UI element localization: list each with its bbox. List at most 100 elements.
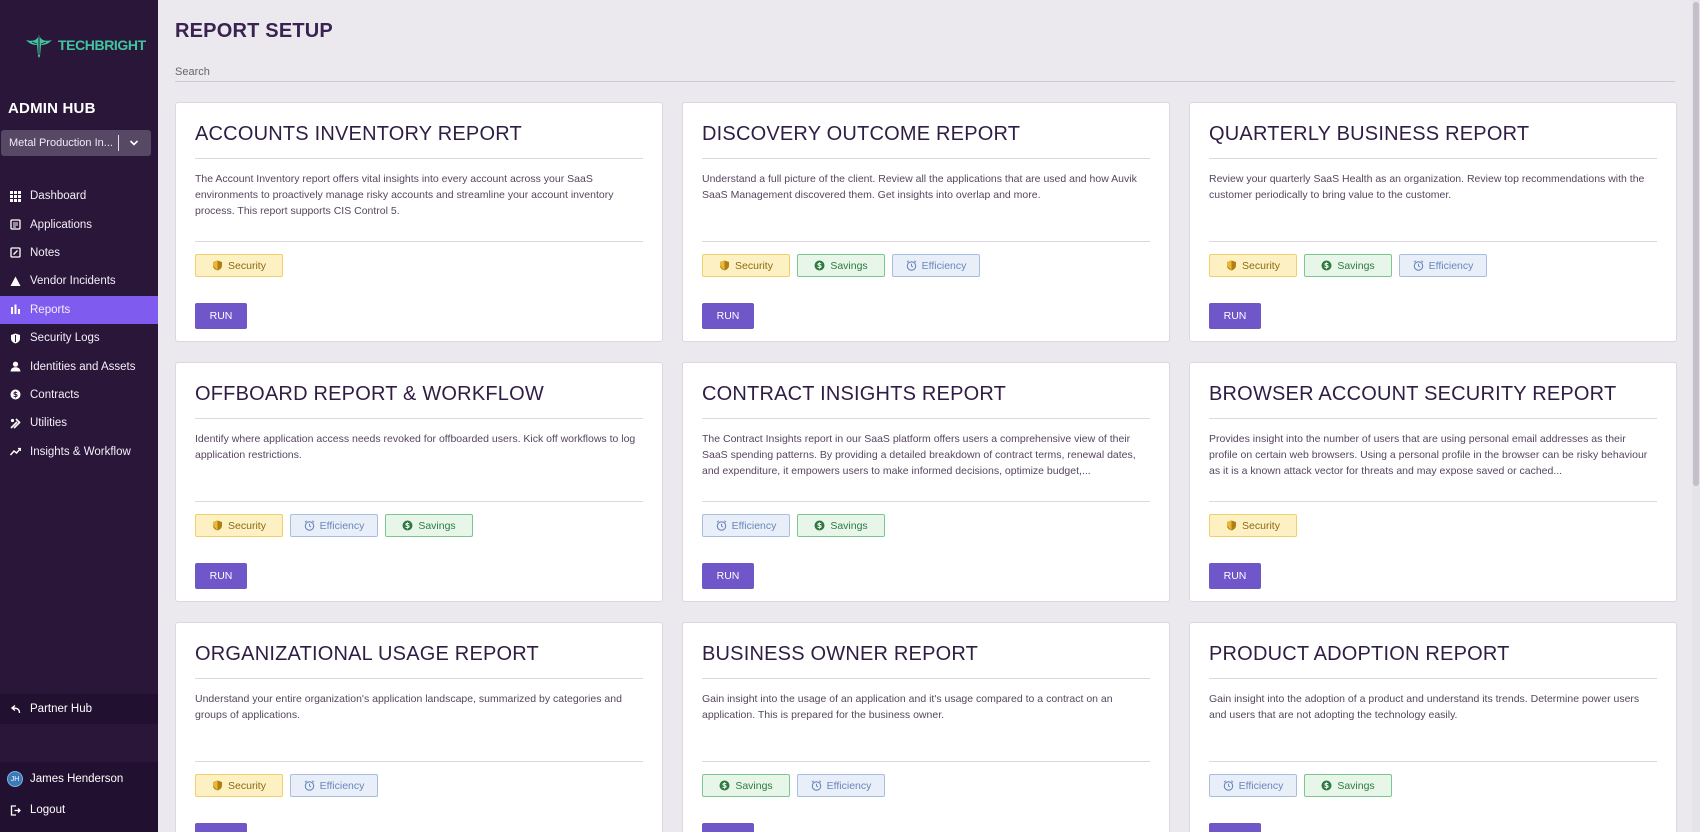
report-card: BROWSER ACCOUNT SECURITY REPORT Provides…	[1189, 362, 1677, 602]
sidebar-item-insights-workflow[interactable]: Insights & Workflow	[0, 438, 158, 466]
clock-icon	[1413, 260, 1423, 271]
scrollbar[interactable]	[1692, 0, 1700, 832]
savings-tag: $ Savings	[1304, 254, 1392, 277]
run-button[interactable]: RUN	[195, 303, 247, 329]
sidebar-item-applications[interactable]: Applications	[0, 210, 158, 238]
sidebar-item-reports[interactable]: Reports	[0, 295, 158, 324]
efficiency-tag: Efficiency	[1399, 254, 1487, 277]
user-panel: JH James Henderson Logout	[0, 762, 158, 832]
search-input[interactable]	[175, 62, 1675, 82]
sidebar-item-label: Security Logs	[30, 332, 100, 345]
tag-label: Security	[228, 779, 266, 792]
svg-text:$: $	[1324, 261, 1329, 270]
report-card: ACCOUNTS INVENTORY REPORT The Account In…	[175, 102, 663, 342]
divider	[702, 761, 1150, 762]
trend-icon	[10, 446, 21, 457]
logout-label: Logout	[30, 804, 66, 816]
divider	[195, 678, 643, 679]
tag-label: Savings	[418, 519, 456, 532]
bar-chart-icon	[10, 304, 21, 315]
tag-list: Security Efficiency $ Savings	[195, 514, 473, 537]
report-card: BUSINESS OWNER REPORT Gain insight into …	[682, 622, 1170, 832]
run-button[interactable]: RUN	[195, 823, 247, 832]
tag-list: Efficiency $ Savings	[702, 514, 885, 537]
card-title: CONTRACT INSIGHTS REPORT	[702, 383, 1007, 405]
run-button[interactable]: RUN	[702, 303, 754, 329]
sidebar-item-label: Contracts	[30, 388, 80, 401]
main-content: REPORT SETUP ACCOUNTS INVENTORY REPORT T…	[158, 0, 1700, 832]
sidebar-item-dashboard[interactable]: Dashboard	[0, 182, 158, 210]
sidebar-item-label: Notes	[30, 246, 61, 259]
card-description: The Account Inventory report offers vita…	[195, 173, 614, 217]
savings-tag: $ Savings	[1304, 774, 1392, 797]
logout-button[interactable]: Logout	[0, 796, 158, 824]
run-button[interactable]: RUN	[702, 823, 754, 832]
tag-label: Efficiency	[1428, 259, 1474, 272]
tag-list: Security $ Savings Efficiency	[1209, 254, 1487, 277]
tag-list: $ Savings Efficiency	[702, 774, 885, 797]
tag-label: Efficiency	[319, 519, 365, 532]
sidebar-item-utilities[interactable]: Utilities	[0, 409, 158, 437]
sidebar-item-security-logs[interactable]: Security Logs	[0, 324, 158, 352]
card-description: The Contract Insights report in our SaaS…	[702, 433, 1136, 477]
svg-text:$: $	[13, 391, 18, 400]
efficiency-tag: Efficiency	[702, 514, 790, 537]
divider	[1209, 241, 1657, 242]
shield-icon	[213, 260, 223, 271]
sidebar-item-label: Reports	[30, 303, 71, 316]
chevron-down-icon[interactable]	[119, 130, 149, 156]
run-button[interactable]: RUN	[1209, 563, 1261, 589]
avatar: JH	[7, 771, 23, 787]
report-card: PRODUCT ADOPTION REPORT Gain insight int…	[1189, 622, 1677, 832]
organization-select[interactable]: Metal Production In...	[1, 130, 151, 156]
card-title: BROWSER ACCOUNT SECURITY REPORT	[1209, 383, 1617, 405]
run-button[interactable]: RUN	[702, 563, 754, 589]
card-title: DISCOVERY OUTCOME REPORT	[702, 123, 1021, 145]
sidebar-item-identities-and-assets[interactable]: Identities and Assets	[0, 352, 158, 380]
user-profile[interactable]: JH James Henderson	[0, 765, 158, 793]
clock-icon	[304, 520, 314, 531]
shield-icon	[1227, 260, 1237, 271]
shield-icon	[213, 780, 223, 791]
sidebar-item-contracts[interactable]: $ Contracts	[0, 381, 158, 409]
sidebar: TECHBRIGHT ADMIN HUB Metal Production In…	[0, 0, 158, 832]
divider	[195, 158, 643, 159]
sidebar-item-label: Identities and Assets	[30, 360, 136, 373]
run-button[interactable]: RUN	[195, 563, 247, 589]
divider	[702, 501, 1150, 502]
user-name: James Henderson	[30, 773, 124, 785]
card-description: Provides insight into the number of user…	[1209, 433, 1648, 477]
partner-hub-link[interactable]: Partner Hub	[0, 694, 158, 724]
tag-label: Savings	[1337, 259, 1375, 272]
dollar-icon: $	[814, 520, 825, 531]
tag-label: Security	[1242, 519, 1280, 532]
tag-label: Savings	[830, 259, 868, 272]
svg-text:$: $	[817, 521, 822, 530]
savings-tag: $ Savings	[385, 514, 473, 537]
tag-label: Security	[228, 519, 266, 532]
dollar-icon: $	[1321, 260, 1332, 271]
svg-text:$: $	[817, 261, 822, 270]
run-button[interactable]: RUN	[1209, 823, 1261, 832]
savings-tag: $ Savings	[702, 774, 790, 797]
efficiency-tag: Efficiency	[1209, 774, 1297, 797]
run-button[interactable]: RUN	[1209, 303, 1261, 329]
brand-logo[interactable]: TECHBRIGHT	[24, 30, 146, 60]
card-title: BUSINESS OWNER REPORT	[702, 643, 979, 665]
savings-tag: $ Savings	[797, 254, 885, 277]
person-icon	[10, 361, 21, 372]
tag-label: Efficiency	[1238, 779, 1284, 792]
back-arrow-icon	[10, 704, 21, 715]
card-title: QUARTERLY BUSINESS REPORT	[1209, 123, 1530, 145]
tag-label: Savings	[1337, 779, 1375, 792]
grid-icon	[10, 190, 21, 202]
card-title: ORGANIZATIONAL USAGE REPORT	[195, 643, 539, 665]
page-title: REPORT SETUP	[175, 20, 333, 42]
sidebar-item-notes[interactable]: Notes	[0, 239, 158, 267]
scrollbar-thumb[interactable]	[1693, 2, 1699, 486]
card-description: Review your quarterly SaaS Health as an …	[1209, 173, 1645, 201]
clock-icon	[811, 780, 821, 791]
savings-tag: $ Savings	[797, 514, 885, 537]
tag-label: Efficiency	[731, 519, 777, 532]
sidebar-item-vendor-incidents[interactable]: Vendor Incidents	[0, 267, 158, 295]
